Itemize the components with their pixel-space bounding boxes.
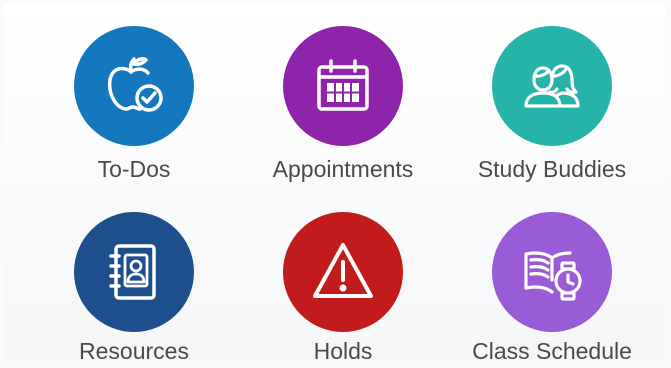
- holds-icon-circle[interactable]: [283, 212, 403, 332]
- warning-icon: [313, 243, 373, 298]
- study-buddies-label: Study Buddies: [477, 156, 627, 182]
- todos-tile[interactable]: To-Dos: [34, 12, 234, 182]
- apple-check-icon: [107, 57, 163, 112]
- class-schedule-label: Class Schedule: [472, 338, 632, 364]
- resources-tile[interactable]: Resources: [34, 198, 234, 368]
- class-schedule-tile[interactable]: Class Schedule: [452, 198, 652, 368]
- resources-label: Resources: [79, 338, 189, 364]
- study-buddies-tile[interactable]: Study Buddies: [452, 12, 652, 182]
- calendar-icon: [317, 59, 369, 111]
- study-buddies-icon-circle[interactable]: [492, 26, 612, 146]
- address-book-icon: [109, 244, 156, 300]
- todos-icon-circle[interactable]: [74, 26, 194, 146]
- class-schedule-icon-circle[interactable]: [492, 212, 612, 332]
- appointments-tile[interactable]: Appointments: [243, 12, 443, 182]
- resources-icon-circle[interactable]: [74, 212, 194, 332]
- people-icon: [524, 64, 580, 108]
- dashboard-grid: To-Dos Appointments Study Buddies Resour…: [4, 4, 665, 364]
- holds-label: Holds: [313, 338, 373, 364]
- book-watch-icon: [524, 251, 582, 301]
- todos-label: To-Dos: [97, 156, 171, 182]
- appointments-icon-circle[interactable]: [283, 26, 403, 146]
- appointments-label: Appointments: [272, 156, 414, 182]
- holds-tile[interactable]: Holds: [243, 198, 443, 368]
